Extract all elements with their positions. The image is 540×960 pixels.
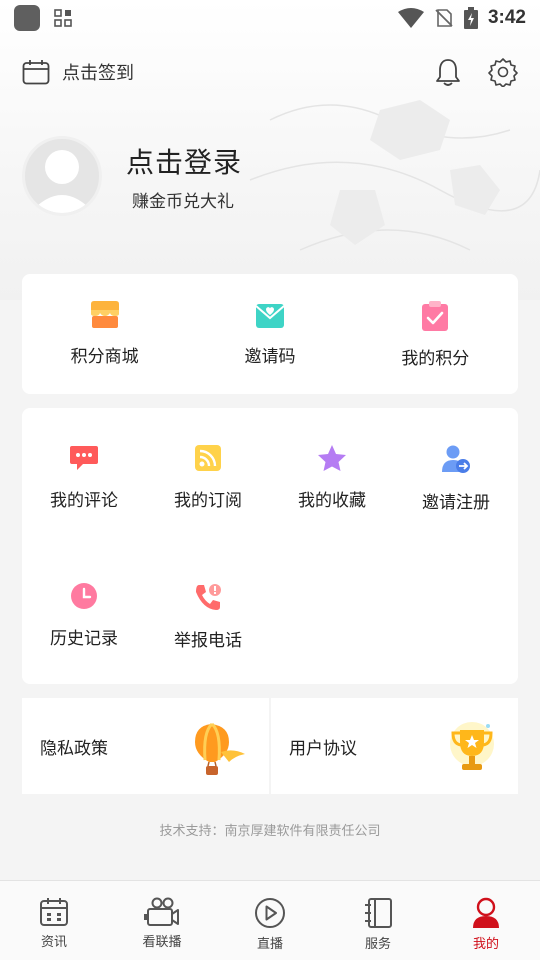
nav-live-label: 直播 [256, 936, 283, 951]
profile-section[interactable]: 点击登录 赚金币兑大礼 [22, 136, 242, 216]
trophy-icon [450, 722, 494, 770]
policy-card: 隐私政策 用户协议 [22, 698, 518, 794]
report-phone-icon [196, 584, 221, 610]
user-agreement-label: 用户协议 [289, 738, 357, 758]
points-store-button[interactable]: 积分商城 [22, 274, 187, 394]
report-phone-button[interactable]: 举报电话 [146, 546, 270, 684]
world-map-watermark [249, 100, 540, 251]
privacy-policy-button[interactable]: 隐私政策 [22, 698, 269, 794]
rss-icon [195, 445, 221, 471]
calendar-news-icon [40, 898, 68, 926]
invite-register-label: 邀请注册 [422, 493, 490, 512]
app-notification-icon [14, 5, 40, 31]
points-icon [422, 301, 449, 331]
no-sim-icon [435, 9, 453, 27]
nav-mine-label: 我的 [472, 936, 499, 951]
points-store-label: 积分商城 [70, 347, 139, 366]
user-agreement-button[interactable]: 用户协议 [271, 698, 518, 794]
tech-support-note: 技术支持：南京厚建软件有限责任公司 [159, 823, 381, 838]
my-points-label: 我的积分 [401, 349, 470, 368]
report-phone-label: 举报电话 [174, 631, 242, 650]
nav-live[interactable]: 直播 [216, 881, 324, 960]
login-title[interactable]: 点击登录 [126, 141, 242, 181]
user-icon [473, 897, 499, 928]
nav-watch-broadcast[interactable]: 看联播 [108, 881, 216, 960]
top-bar: 点击签到 [0, 52, 540, 92]
avatar[interactable] [22, 136, 102, 216]
video-camera-icon [144, 897, 179, 926]
my-subscriptions-label: 我的订阅 [174, 491, 242, 510]
history-label: 历史记录 [50, 629, 118, 648]
features-card: 我的评论 我的订阅 我的收藏 邀请注册 历史记录 举报电话 [22, 408, 518, 684]
gear-icon[interactable] [488, 57, 518, 87]
battery-charging-icon [463, 7, 478, 29]
calendar-icon [22, 60, 50, 85]
checkin-label: 点击签到 [62, 63, 134, 83]
store-icon [90, 301, 119, 328]
status-bar: 3:42 [0, 0, 540, 36]
my-subscriptions-button[interactable]: 我的订阅 [146, 408, 270, 546]
quick-actions-card: 积分商城 邀请码 我的积分 [22, 274, 518, 394]
nav-services[interactable]: 服务 [324, 881, 432, 960]
my-favorites-button[interactable]: 我的收藏 [270, 408, 394, 546]
nav-mine[interactable]: 我的 [432, 881, 540, 960]
nav-news[interactable]: 资讯 [0, 881, 108, 960]
my-comments-button[interactable]: 我的评论 [22, 408, 146, 546]
my-favorites-label: 我的收藏 [298, 491, 366, 510]
my-points-button[interactable]: 我的积分 [353, 274, 518, 394]
nav-watch-broadcast-label: 看联播 [142, 934, 182, 949]
grid-notification-icon [54, 9, 72, 27]
checkin-button[interactable]: 点击签到 [22, 59, 134, 85]
bottom-nav: 资讯 看联播 直播 服务 我的 [0, 880, 540, 960]
invite-code-label: 邀请码 [244, 347, 296, 366]
clock: 3:42 [487, 7, 526, 28]
wifi-icon [397, 8, 424, 28]
hot-air-balloon-icon [195, 722, 245, 775]
history-button[interactable]: 历史记录 [22, 546, 146, 684]
bell-icon[interactable] [434, 57, 462, 87]
default-avatar-icon [30, 150, 94, 213]
my-comments-label: 我的评论 [50, 491, 118, 510]
nav-news-label: 资讯 [40, 934, 67, 949]
login-subtitle: 赚金币兑大礼 [132, 191, 234, 211]
invite-code-icon [255, 304, 285, 328]
play-circle-icon [255, 898, 285, 928]
comment-icon [70, 446, 98, 470]
privacy-policy-label: 隐私政策 [40, 738, 108, 758]
notebook-icon [365, 898, 392, 928]
nav-services-label: 服务 [364, 936, 391, 951]
invite-register-icon [442, 445, 470, 473]
clock-icon [71, 583, 97, 609]
invite-register-button[interactable]: 邀请注册 [394, 408, 518, 546]
star-icon [318, 445, 346, 471]
invite-code-button[interactable]: 邀请码 [187, 274, 352, 394]
